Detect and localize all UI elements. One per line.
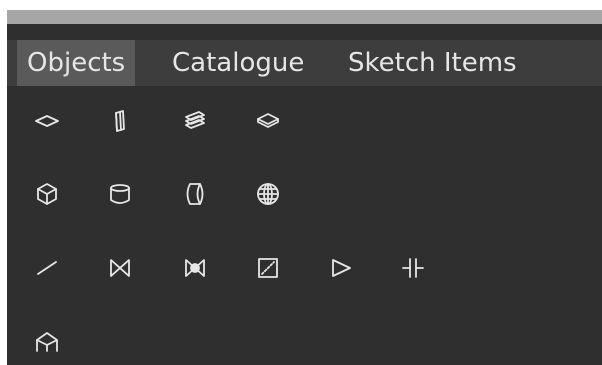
slab-tool[interactable] [248,101,288,141]
roof-icon [36,332,58,352]
sphere-tool[interactable] [248,174,288,214]
capacitor-tool[interactable] [393,248,433,288]
title-strip [7,10,602,24]
box-tool[interactable] [27,174,67,214]
tool-grid [7,86,602,365]
sphere-icon [257,183,279,205]
plane-tool[interactable] [27,101,67,141]
diagonal-square-tool[interactable] [248,248,288,288]
stack-icon [185,111,205,129]
capacitor-icon [402,258,424,278]
tab-bar: Objects Catalogue Sketch Items [7,40,602,86]
capsule-tool[interactable] [175,174,215,214]
box-icon [37,183,57,205]
plane-icon [35,115,59,127]
capsule-icon [186,183,204,205]
wall-tool[interactable] [100,101,140,141]
objects-panel: Objects Catalogue Sketch Items [7,24,602,365]
valve-tool[interactable] [175,248,215,288]
bowtie-tool[interactable] [100,248,140,288]
cylinder-icon [110,184,130,204]
stack-tool[interactable] [175,101,215,141]
valve-icon [185,259,205,277]
triangle-icon [332,259,351,277]
window-frame: Objects Catalogue Sketch Items [0,0,602,365]
tab-sketch-items[interactable]: Sketch Items [338,40,527,86]
tab-catalogue[interactable]: Catalogue [162,40,314,86]
tab-objects[interactable]: Objects [17,40,136,86]
wall-icon [115,110,125,132]
roof-tool[interactable] [27,322,67,362]
diagonal-square-icon [258,258,278,278]
triangle-tool[interactable] [321,248,361,288]
line-tool[interactable] [27,248,67,288]
line-icon [37,261,57,275]
slab-icon [257,113,279,128]
bowtie-icon [110,259,130,277]
cylinder-tool[interactable] [100,174,140,214]
